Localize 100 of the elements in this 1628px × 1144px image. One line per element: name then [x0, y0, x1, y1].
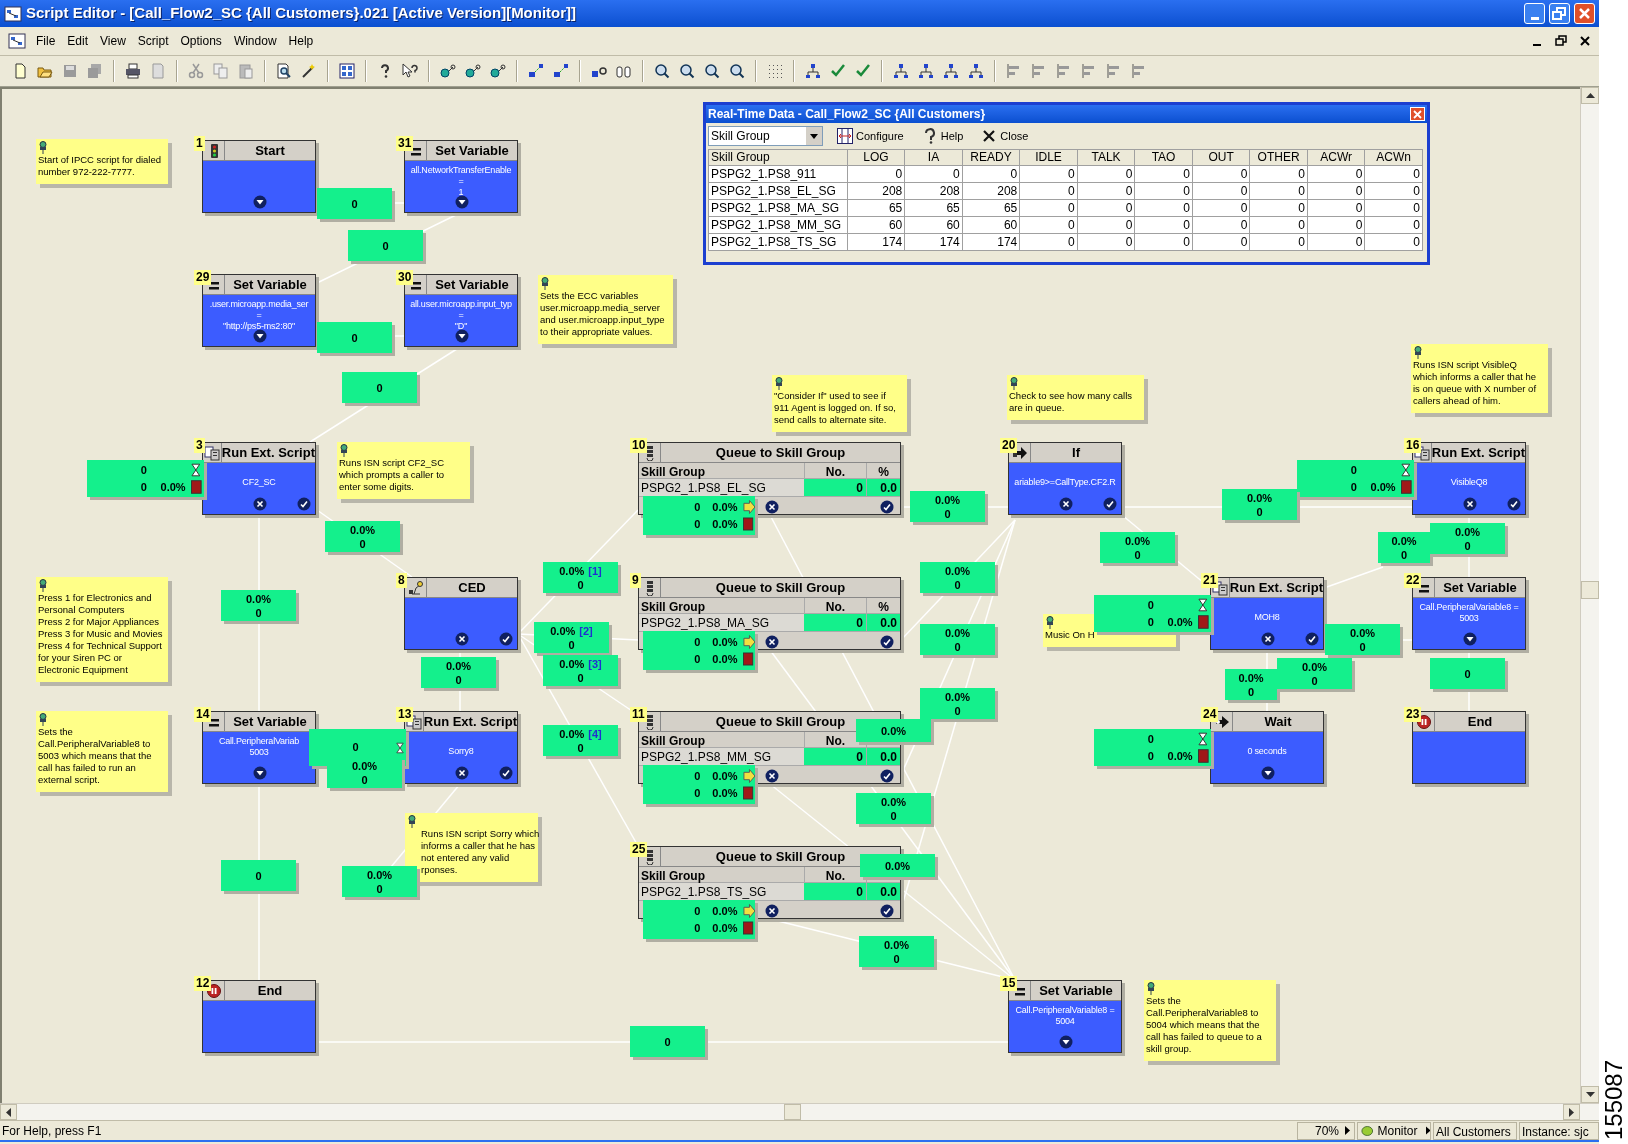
menu-item[interactable]: Help: [282, 32, 320, 50]
count-value: 0: [693, 920, 701, 936]
menu-item[interactable]: Window: [227, 32, 283, 50]
zoom-icon[interactable]: [679, 63, 695, 79]
node-title: Wait: [1264, 712, 1292, 731]
scroll-down-button[interactable]: [1581, 1086, 1599, 1103]
column-header: IA: [904, 149, 963, 166]
table-cell: 174: [847, 233, 905, 251]
node-title: Set Variable: [233, 275, 307, 294]
column-header: No.: [825, 600, 846, 614]
x-circle-icon: [253, 497, 267, 511]
zoom-icon[interactable]: [729, 63, 745, 79]
table-cell-text: PSPG2_1.PS8_TS_SG: [640, 884, 768, 900]
menu-item[interactable]: Options: [174, 32, 228, 50]
note-text: Music On H: [1045, 629, 1096, 641]
stop-icon: [742, 517, 755, 531]
minimize-icon: [1530, 17, 1539, 20]
menu-item[interactable]: Script: [131, 32, 175, 50]
right-arrow-icon: [1569, 1107, 1574, 1117]
hierarchy-icon[interactable]: [893, 63, 909, 79]
table-cell: 0: [1192, 182, 1250, 200]
column-header: Skill Group: [641, 734, 705, 748]
count-text: 0.0%: [1246, 490, 1273, 505]
grid-dots-icon[interactable]: [767, 63, 783, 79]
context-help-icon[interactable]: [402, 63, 418, 79]
table-cell: 0: [1364, 216, 1423, 234]
check-mark-icon[interactable]: [855, 63, 871, 79]
node-text: all.user.microapp.input_typ: [410, 299, 512, 310]
mode-pane[interactable]: Monitor: [1357, 1121, 1431, 1140]
validate-icon[interactable]: [301, 63, 317, 79]
zoom-icon[interactable]: [654, 63, 670, 79]
column-header: LOG: [847, 149, 905, 166]
print-icon[interactable]: [125, 63, 141, 79]
scroll-thumb[interactable]: [1581, 581, 1599, 599]
toolbar-button[interactable]: Close: [977, 127, 1033, 145]
scroll-thumb[interactable]: [784, 1104, 801, 1120]
count-text: 0.0%: [1454, 524, 1481, 539]
node-title: Run Ext. Script: [221, 443, 315, 462]
node-title: Set Variable: [435, 141, 509, 160]
scroll-right-button[interactable]: [1563, 1104, 1580, 1120]
count-text: 0: [361, 772, 368, 787]
hierarchy-icon[interactable]: [943, 63, 959, 79]
zoom-icon[interactable]: [704, 63, 720, 79]
table-cell: 0: [1077, 165, 1135, 183]
zoom-pane[interactable]: 70%: [1297, 1121, 1355, 1140]
node-text: Sorry8: [448, 746, 474, 757]
percent-value: 0.0%: [711, 768, 738, 784]
hierarchy-icon[interactable]: [918, 63, 934, 79]
table-cell: 0: [1364, 182, 1423, 200]
node-text: 5003: [249, 747, 269, 758]
column-header: Skill Group: [708, 149, 848, 166]
figure-number: 155087: [1599, 1059, 1628, 1141]
table-cell: 0: [1307, 199, 1365, 217]
document-icon[interactable]: [8, 32, 26, 50]
table-cell: 0: [904, 165, 963, 183]
menu-item[interactable]: Edit: [61, 32, 95, 50]
check-icon: [1507, 497, 1521, 511]
count-text: 0: [1464, 666, 1471, 681]
minimize-icon: [1533, 44, 1541, 46]
node-graph-icon[interactable]: [490, 63, 506, 79]
node-text: 0 seconds: [1247, 746, 1287, 757]
scroll-up-button[interactable]: [1581, 87, 1599, 104]
toolbar-button[interactable]: Help: [917, 127, 968, 145]
grid-icon[interactable]: [339, 63, 355, 79]
binoculars-icon[interactable]: [616, 63, 632, 79]
lamp-icon: [407, 579, 424, 596]
table-cell: 174: [904, 233, 963, 251]
count-text: 0: [376, 881, 383, 896]
count-text: 0: [382, 238, 389, 253]
menu-item[interactable]: View: [94, 32, 132, 50]
toolbar-button[interactable]: Configure: [833, 127, 908, 145]
scroll-left-button[interactable]: [0, 1104, 17, 1120]
count-value: 0: [693, 651, 701, 667]
node-text: MOH8: [1254, 612, 1280, 623]
pin-icon: [774, 377, 784, 390]
flow-icon[interactable]: [553, 63, 569, 79]
node-graph-icon[interactable]: [465, 63, 481, 79]
stop-icon: [742, 786, 755, 800]
check-icon: [297, 497, 311, 511]
count-text: 0: [376, 380, 383, 395]
x-circle-icon: [455, 766, 469, 780]
count-text: 0.0%: [944, 625, 971, 640]
node-graph-icon[interactable]: [440, 63, 456, 79]
find-icon[interactable]: [276, 63, 292, 79]
check-mark-icon[interactable]: [830, 63, 846, 79]
node-number: 20: [1000, 438, 1018, 453]
table-cell: 174: [962, 233, 1020, 251]
percent-value: 0.0%: [1166, 614, 1193, 630]
check-icon: [1305, 632, 1319, 646]
menu-item[interactable]: File: [30, 32, 62, 50]
table-cell: 0.0: [866, 748, 900, 765]
flow-icon[interactable]: [528, 63, 544, 79]
new-file-icon[interactable]: [12, 63, 28, 79]
node-number: 1: [194, 136, 205, 151]
count-text: 0: [568, 637, 575, 652]
skill-group-dropdown[interactable]: Skill Group: [708, 126, 823, 146]
hierarchy-icon[interactable]: [968, 63, 984, 79]
node-text: CF2_SC: [242, 477, 276, 488]
hierarchy-icon[interactable]: [805, 63, 821, 79]
table-cell: 0: [962, 165, 1020, 183]
